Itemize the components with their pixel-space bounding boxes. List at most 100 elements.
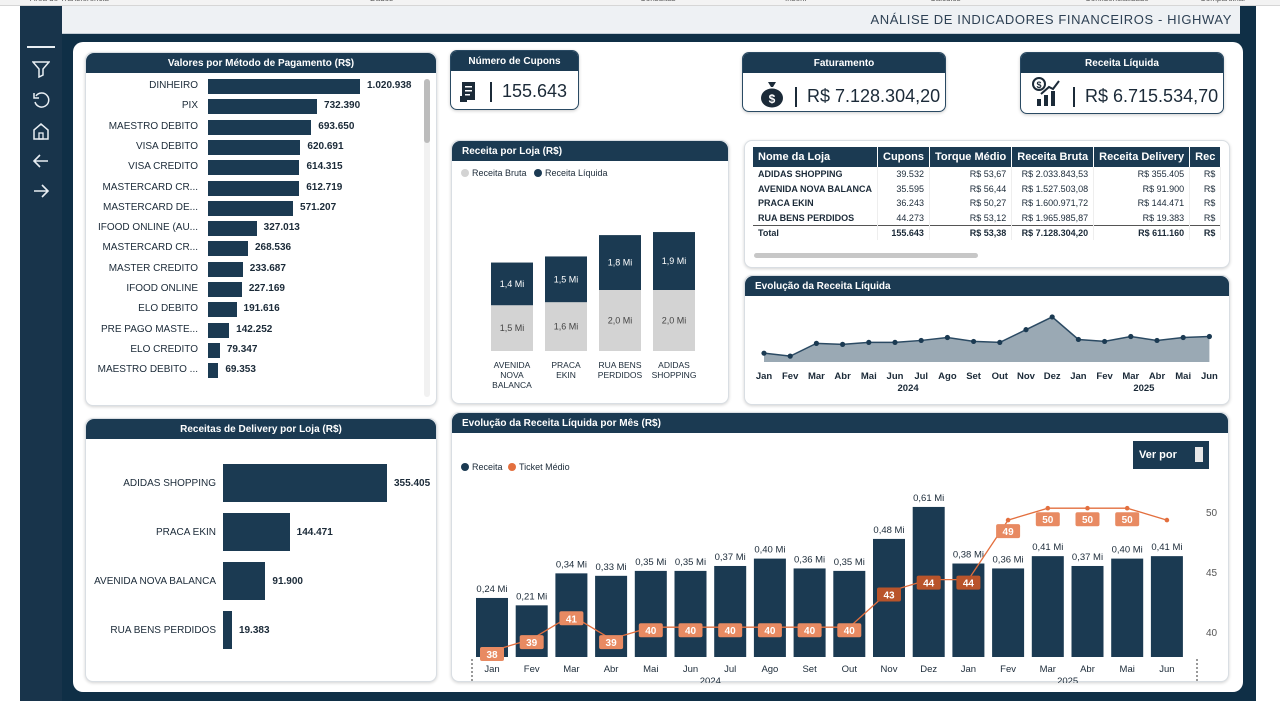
data-point: [840, 341, 846, 347]
table-header-cell[interactable]: Cupons: [877, 147, 930, 167]
forward-arrow-icon[interactable]: [30, 180, 52, 202]
horizontal-scrollbar[interactable]: [754, 253, 978, 258]
table-header-cell[interactable]: Receita Delivery: [1093, 147, 1191, 167]
table-cell: R$ 1.527.503,08: [1011, 181, 1095, 196]
ticket-value-label: 41: [566, 614, 578, 625]
report-title-bar: ANÁLISE DE INDICADORES FINANCEIROS - HIG…: [62, 6, 1240, 34]
bar-value-label: 1,8 Mi: [608, 258, 633, 268]
bar-value-label: 0,36 Mi: [794, 554, 825, 565]
table-cell: PRACA EKIN: [753, 196, 878, 211]
data-point: [1128, 333, 1134, 340]
y2-axis-tick: 45: [1206, 568, 1218, 579]
bar: [208, 322, 230, 338]
year-label: 2025: [1133, 383, 1155, 394]
bar: [208, 119, 312, 135]
x-axis-label: Dez: [1044, 371, 1061, 382]
data-point: [1023, 327, 1029, 333]
scrollbar-thumb[interactable]: [424, 79, 430, 143]
legend-marker: [534, 169, 542, 177]
ribbon-group-label: Inserir: [785, 0, 807, 3]
bar-value-label: 614.315: [306, 161, 343, 173]
x-axis-label: Jan: [484, 664, 499, 675]
bar: [208, 221, 257, 237]
kpi-separator: [1073, 87, 1075, 107]
filter-icon[interactable]: [30, 58, 52, 80]
bar-value-label: 2,0 Mi: [662, 316, 687, 326]
ticket-value-label: 50: [1042, 515, 1054, 526]
reset-icon[interactable]: [30, 89, 52, 111]
legend-label: Receita Bruta: [472, 168, 527, 178]
bar-category-label: MAESTRO DEBITO ...: [97, 364, 198, 376]
x-axis-label: Jun: [887, 371, 904, 382]
table-row: ADIDAS SHOPPING 39.532 R$ 53,67 R$ 2.033.84…: [753, 167, 1222, 182]
money-bag-icon: $: [759, 80, 785, 113]
data-point: [971, 338, 977, 345]
data-point: [1206, 333, 1212, 340]
bar-category-label: MASTERCARD DE...: [102, 201, 198, 213]
legend-label: Receita: [472, 462, 503, 472]
store-table-card: Nome da Loja Cupons Torque Médio Receita Br…: [744, 140, 1230, 268]
ribbon-group-label: Confidencialidade: [1085, 0, 1149, 3]
data-point: [918, 337, 924, 344]
back-arrow-icon[interactable]: [30, 150, 52, 172]
data-point: [892, 339, 898, 345]
table-cell: R$ 19.383: [1093, 210, 1191, 225]
kpi-separator: [795, 87, 797, 107]
x-axis-label: Abr: [834, 371, 851, 382]
x-axis-label: Mai: [861, 371, 877, 382]
legend-label: Ticket Médio: [519, 462, 570, 472]
x-axis-label: NOVA: [500, 370, 524, 380]
revenue-bar: [753, 558, 786, 657]
bar-value-label: 1,5 Mi: [554, 274, 579, 284]
monthly-revenue-card: Evolução da Receita Líquida por Mês (R$)…: [451, 412, 1229, 683]
bar-value-label: 0,35 Mi: [675, 557, 706, 568]
table-cell: 39.532: [877, 167, 930, 182]
bar-value-label: 0,37 Mi: [1072, 552, 1103, 563]
year-label: 2024: [898, 383, 920, 394]
bar-value-label: 0,61 Mi: [913, 493, 944, 504]
bar-category-label: PRE PAGO MASTE...: [100, 323, 198, 335]
ticket-value-label: 50: [1122, 515, 1134, 526]
bar-category-label: MAESTRO DEBITO: [108, 120, 198, 132]
ticket-value-label: 44: [923, 579, 935, 590]
x-axis-label: Mar: [1122, 371, 1139, 382]
bar: [208, 79, 360, 94]
table-header-cell[interactable]: Nome da Loja: [753, 147, 878, 167]
table-cell: R$ 50,27: [929, 196, 1013, 211]
bar-category-label: VISA CREDITO: [128, 161, 198, 173]
data-point: [1102, 338, 1108, 345]
scrollbar-track[interactable]: [424, 79, 430, 397]
ticket-value-label: 38: [486, 650, 498, 661]
ticket-value-label: 49: [1003, 527, 1015, 538]
bar-value-label: 355.405: [394, 478, 431, 489]
bar-value-label: 0,34 Mi: [556, 559, 587, 570]
table-cell: R$ 56,44: [929, 181, 1013, 196]
x-axis-label: BALANCA: [492, 380, 532, 390]
table-header-cell[interactable]: Receita Bruta: [1011, 147, 1095, 167]
navigation-sidebar: [20, 6, 62, 701]
net-revenue-kpi-card: Receita Líquida $ R$ 6.715.534,70: [1020, 52, 1224, 114]
ticket-point: [1005, 517, 1011, 523]
table-cell: R$: [1189, 167, 1222, 182]
table-cell: R$ 611.160: [1093, 224, 1191, 240]
x-axis-label: AVENIDA: [494, 360, 531, 370]
ribbon-group-label: Compartilhar: [1200, 0, 1246, 3]
bar-value-label: 142.252: [236, 323, 273, 335]
data-point: [997, 339, 1003, 345]
x-axis-label: Ago: [761, 664, 778, 675]
bar-value-label: 0,40 Mi: [754, 545, 785, 556]
table-cell: R$: [1189, 181, 1222, 196]
table-header-cell[interactable]: Rec: [1189, 147, 1222, 167]
data-point: [944, 334, 950, 341]
bar: [208, 261, 243, 277]
home-icon[interactable]: [30, 120, 52, 142]
bar: [223, 464, 387, 502]
table-cell: 44.273: [877, 210, 930, 225]
bar-value-label: 0,40 Mi: [1112, 545, 1143, 556]
bar-category-label: ELO DEBITO: [138, 303, 198, 315]
bar-value-label: 0,35 Mi: [834, 557, 865, 568]
table-header-cell[interactable]: Torque Médio: [929, 147, 1013, 167]
store-revenue-card: Receita por Loja (R$) Receita Bruta Recei…: [451, 140, 729, 404]
ticket-value-label: 40: [645, 626, 657, 637]
x-axis-label: Nov: [1017, 371, 1036, 382]
